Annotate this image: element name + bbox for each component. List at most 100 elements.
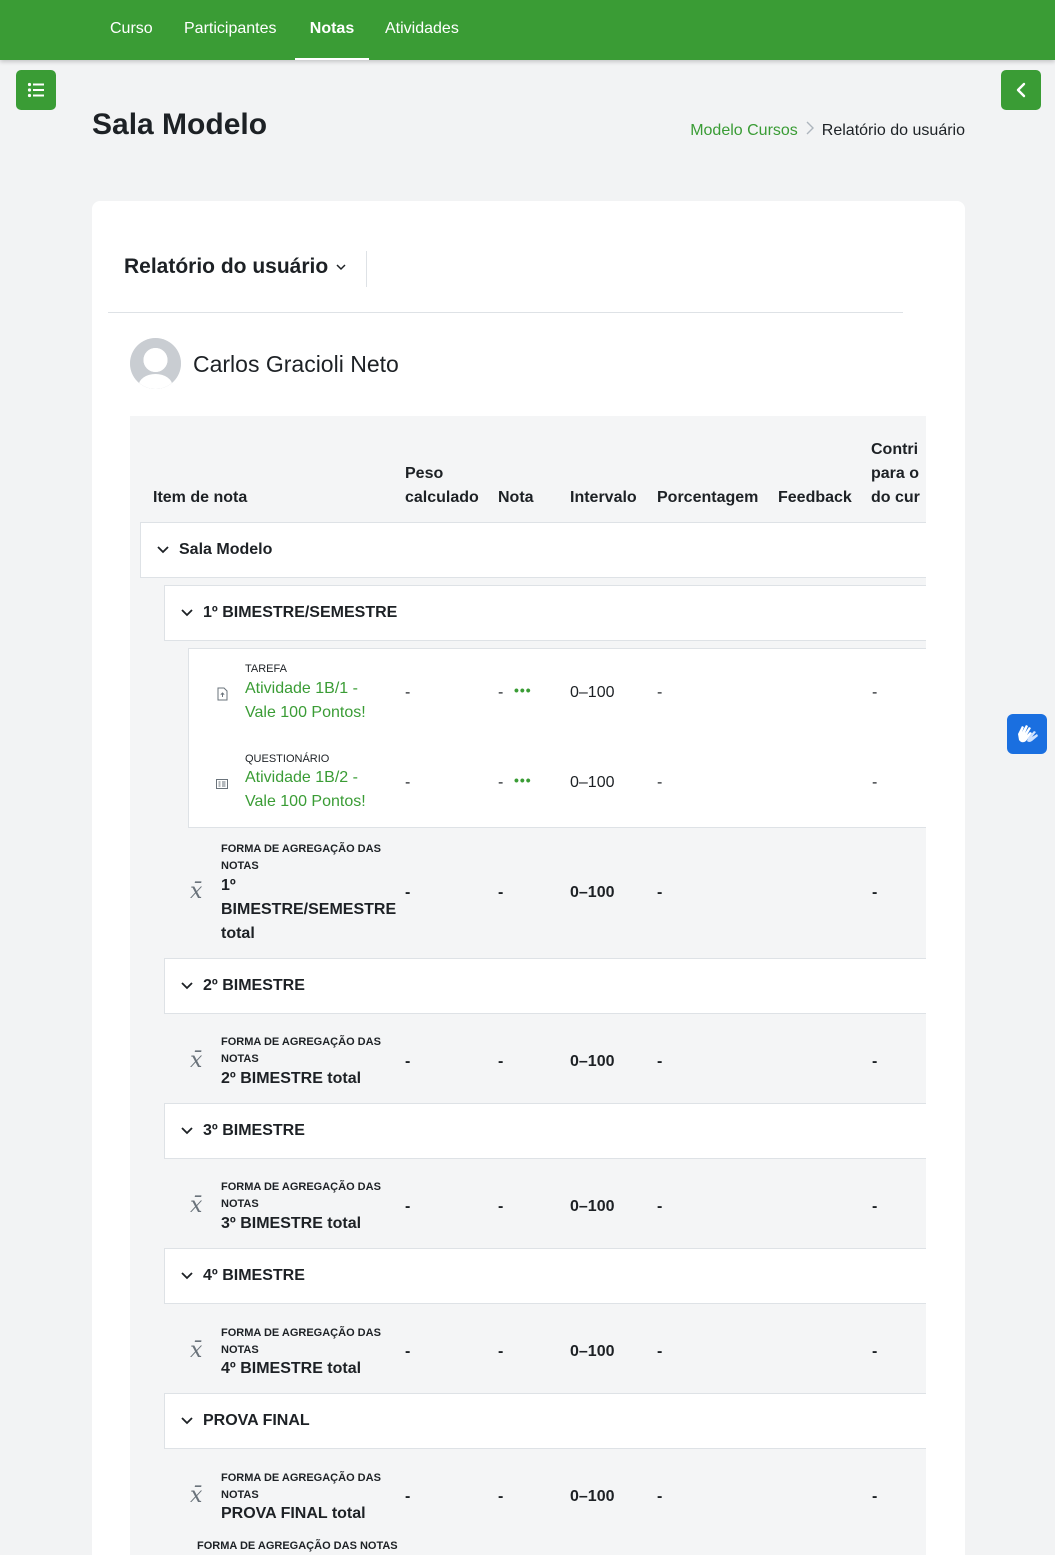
item-link-atividade-1b-1-line2[interactable]: Vale 100 Pontos! [245,701,385,725]
header-intervalo: Intervalo [570,489,637,506]
cell-porcentagem: - [657,1488,663,1505]
item-type-label: QUESTIONÁRIO [245,753,330,765]
breadcrumb-current: Relatório do usuário [821,121,965,139]
chevron-down-icon[interactable] [181,982,193,990]
course-category-row[interactable]: Sala Modelo [140,522,926,578]
chevron-down-icon[interactable] [181,1272,193,1280]
header-nota: Nota [498,489,534,506]
aggregation-type-label: FORMA DE AGREGAÇÃO DAS NOTAS [221,843,381,872]
aggregation-type-label: FORMA DE AGREGAÇÃO DAS NOTAS [221,1181,381,1210]
sign-language-hands-icon [1018,725,1038,743]
category-total-name: 4º BIMESTRE total [221,1360,362,1377]
list-icon [27,82,44,98]
item-link-atividade-1b-2-line2[interactable]: Vale 100 Pontos! [245,790,385,814]
more-actions-icon[interactable]: ••• [514,682,532,698]
chevron-right-icon [806,121,814,140]
category-name: 1º BIMESTRE/SEMESTRE [203,604,398,621]
category-name: 2º BIMESTRE [203,977,305,994]
report-selector-label: Relatório do usuário [124,255,329,278]
chevron-down-icon[interactable] [181,609,193,617]
divider [366,251,367,287]
header-porcentagem: Porcentagem [657,489,759,506]
cell-contribution: - [872,1053,878,1070]
cell-nota: - [498,1488,504,1505]
breadcrumb-link-modelo-cursos[interactable]: Modelo Cursos [690,122,798,140]
chevron-down-icon [336,260,346,274]
item-link-atividade-1b-2-line1[interactable]: Atividade 1B/2 - [245,766,385,790]
category-row-3[interactable]: 3º BIMESTRE [164,1103,926,1159]
cell-porcentagem: - [657,774,663,791]
category-total-name-line2: BIMESTRE/SEMESTRE [221,901,397,918]
cell-peso: - [405,774,411,791]
category-row-prova-final[interactable]: PROVA FINAL [164,1393,926,1449]
cell-contribution: - [872,1488,878,1505]
accessibility-widget-button[interactable] [1007,714,1047,754]
assignment-icon [217,687,228,701]
breadcrumb: Modelo Cursos Relatório do usuário [690,121,965,140]
cell-contribution: - [872,1343,878,1360]
cell-nota: - [498,684,504,701]
chevron-down-icon[interactable] [181,1127,193,1135]
more-actions-icon[interactable]: ••• [514,772,532,788]
chevron-down-icon[interactable] [157,546,169,554]
aggregation-type-label: FORMA DE AGREGAÇÃO DAS NOTAS [221,1472,381,1501]
aggregation-type-label: FORMA DE AGREGAÇÃO DAS NOTAS [221,1327,381,1356]
cell-peso: - [405,884,411,901]
cell-contribution: - [872,774,878,791]
cell-intervalo: 0–100 [570,1343,615,1360]
category-name: 4º BIMESTRE [203,1267,305,1284]
header-item: Item de nota [153,489,248,506]
cell-porcentagem: - [657,684,663,701]
cell-nota: - [498,774,504,791]
cell-contribution: - [872,884,878,901]
quiz-icon [216,779,228,789]
mean-x-bar-icon: x̄ [190,1048,203,1073]
page-title: Sala Modelo [92,108,268,141]
cell-porcentagem: - [657,1343,663,1360]
cell-peso: - [405,1488,411,1505]
report-card: Relatório do usuário Carlos Gracioli Net… [92,201,965,1555]
cell-nota: - [498,1343,504,1360]
cell-porcentagem: - [657,1198,663,1215]
nav-tab-participantes[interactable]: Participantes [184,0,277,60]
block-drawer-toggle-button[interactable] [1001,70,1041,110]
chevron-left-icon [1016,82,1026,98]
cell-peso: - [405,1343,411,1360]
nav-tab-atividades[interactable]: Atividades [385,0,459,60]
cell-nota: - [498,1053,504,1070]
user-avatar[interactable] [130,338,181,389]
divider [108,312,903,313]
mean-x-bar-icon: x̄ [190,1338,203,1363]
category-row-1[interactable]: 1º BIMESTRE/SEMESTRE [164,585,926,641]
header-feedback: Feedback [778,489,852,506]
report-selector-dropdown[interactable]: Relatório do usuário [124,255,346,279]
chevron-down-icon[interactable] [181,1417,193,1425]
category-name: 3º BIMESTRE [203,1122,305,1139]
mean-x-bar-icon: x̄ [190,1193,203,1218]
aggregation-type-label: FORMA DE AGREGAÇÃO DAS NOTAS [197,1540,398,1552]
cell-porcentagem: - [657,1053,663,1070]
header-contribution-line2: para o [871,465,920,482]
cell-intervalo: 0–100 [570,884,615,901]
cell-porcentagem: - [657,884,663,901]
cell-peso: - [405,1053,411,1070]
user-silhouette-icon [130,338,181,389]
cell-intervalo: 0–100 [570,774,615,791]
cell-intervalo: 0–100 [570,1488,615,1505]
course-index-toggle-button[interactable] [16,70,56,110]
header-contribution-line3: do cur [871,489,920,506]
category-row-2[interactable]: 2º BIMESTRE [164,958,926,1014]
cell-nota: - [498,1198,504,1215]
cell-peso: - [405,684,411,701]
user-name: Carlos Gracioli Neto [193,351,399,377]
course-category-name: Sala Modelo [179,541,273,558]
grade-table: Item de nota Peso calculado Nota Interva… [130,416,926,1555]
nav-tab-notas[interactable]: Notas [295,0,369,60]
nav-tab-curso[interactable]: Curso [110,0,153,60]
category-total-name: 3º BIMESTRE total [221,1215,362,1232]
item-link-atividade-1b-1-line1[interactable]: Atividade 1B/1 - [245,677,385,701]
category-total-name-line3: total [221,925,255,942]
top-navigation: Curso Participantes Notas Atividades [0,0,1055,60]
cell-intervalo: 0–100 [570,1198,615,1215]
category-row-4[interactable]: 4º BIMESTRE [164,1248,926,1304]
